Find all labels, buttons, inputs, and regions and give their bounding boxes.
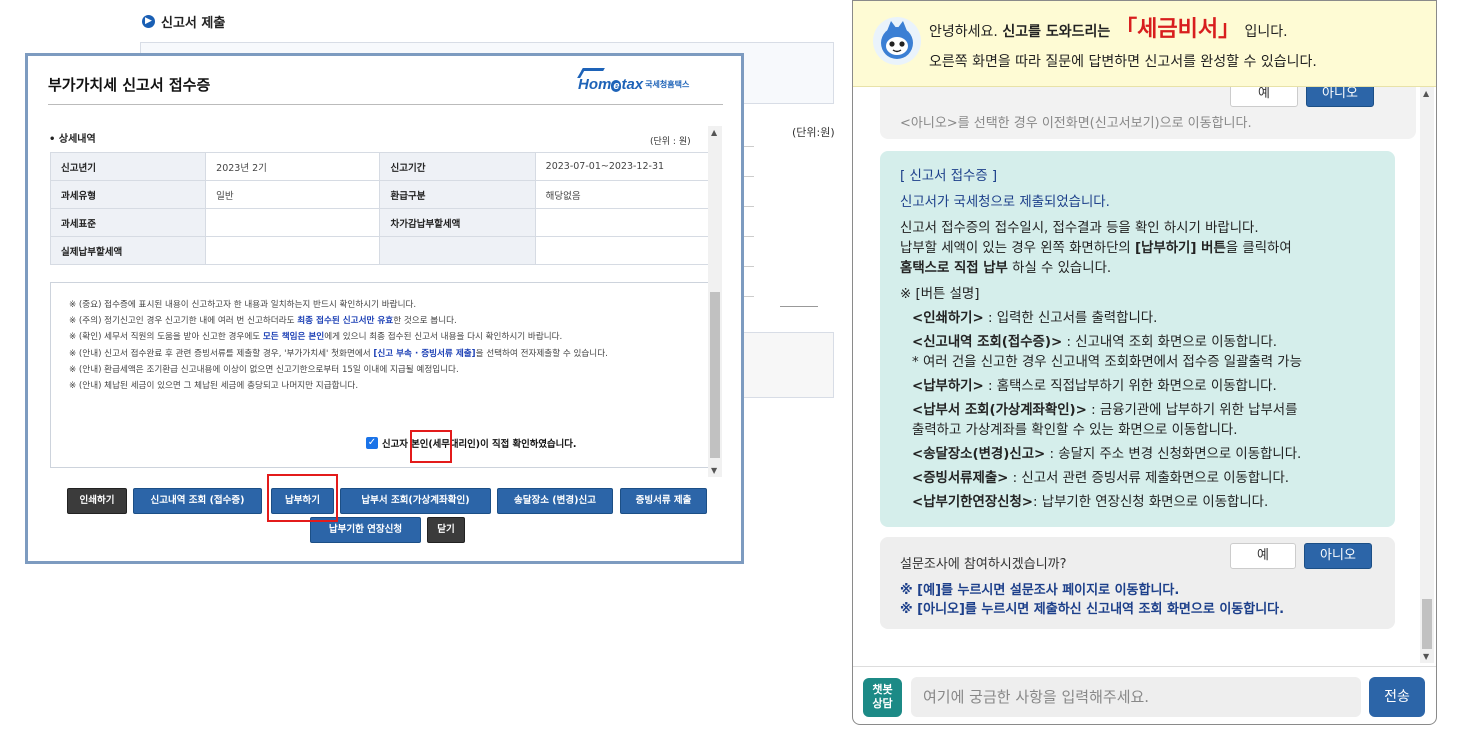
survey-no-button[interactable]: 아니오 — [1304, 543, 1372, 569]
desc-address: <송달장소(변경)신고> : 송달지 주소 변경 신청화면으로 이동합니다. — [912, 447, 1302, 462]
receipt-modal: 부가가치세 신고서 접수증 Hom e tax 국세청홈택스 • 상세내역 (단위 … — [25, 53, 744, 564]
survey-note-yes: ※ [예]를 누르시면 설문조사 페이지로 이동합니다. — [900, 583, 1180, 598]
receipt-submitted: 신고서가 국세청으로 제출되었습니다. — [900, 195, 1110, 210]
address-change-button[interactable]: 송달장소 (변경)신고 — [497, 488, 613, 514]
modal-scrollbar[interactable]: ▲ ▼ — [708, 126, 722, 477]
confirm-checkbox[interactable]: ✓ — [366, 437, 378, 449]
scroll-up-arrow-icon[interactable]: ▲ — [1423, 89, 1429, 98]
greeting-line-1: 안녕하세요. 신고를 도와드리는 「세금비서」 입니다. — [929, 17, 1288, 42]
history-button[interactable]: 신고내역 조회 (접수증) — [133, 488, 262, 514]
survey-note-no: ※ [아니오]를 누르시면 제출하신 신고내역 조회 화면으로 이동합니다. — [900, 602, 1285, 617]
table-value-cell: 2023년 2기 — [205, 152, 381, 181]
notice-line: ※ (주의) 정기신고인 경우 신고기한 내에 여러 번 신고하더라도 최종 접… — [69, 316, 457, 327]
confirm-row[interactable]: ✓ 신고자 본인(세무대리인)이 직접 확인하였습니다. — [366, 436, 576, 450]
survey-yes-button[interactable]: 예 — [1230, 543, 1296, 569]
button-desc-title: ※ [버튼 설명] — [900, 287, 980, 302]
notice-line: ※ (중요) 접수증에 표시된 내용이 신고하고자 한 내용과 일치하는지 반드… — [69, 300, 417, 310]
close-button[interactable]: 닫기 — [427, 517, 465, 543]
notice-line: ※ (안내) 환급세액은 조기환급 신고내용에 이상이 없으면 신고기한으로부터… — [69, 364, 459, 375]
chatbot-panel: 예 아니오 <아니오>를 선택한 경우 이전화면(신고서보기)으로 이동합니다.… — [852, 0, 1437, 725]
desc-history: <신고내역 조회(접수증)> : 신고내역 조회 화면으로 이동합니다. — [912, 335, 1278, 350]
section-title-text: 신고서 제출 — [161, 16, 226, 31]
table-header-cell: 과세표준 — [49, 208, 207, 237]
print-button[interactable]: 인쇄하기 — [67, 488, 127, 514]
table-value-cell — [534, 208, 711, 237]
survey-card: 설문조사에 참여하시겠습니까? 예 아니오 ※ [예]를 누르시면 설문조사 페… — [880, 537, 1395, 629]
table-row: 과세유형 일반 환급구분 해당없음 — [49, 180, 711, 209]
evidence-submit-button[interactable]: 증빙서류 제출 — [620, 488, 707, 514]
table-value-cell — [205, 236, 381, 265]
scrollbar-thumb[interactable] — [710, 292, 720, 458]
receipt-title: [ 신고서 접수증 ] — [900, 169, 998, 184]
table-header-cell: 환급구분 — [379, 180, 536, 209]
table-value-cell — [534, 236, 711, 265]
table-header-cell: 신고기간 — [379, 152, 536, 181]
footer-divider — [853, 666, 1436, 667]
arrow-circle-icon: ▶ — [142, 15, 155, 28]
desc-evidence: <증빙서류제출> : 신고서 관련 증빙서류 제출화면으로 이동합니다. — [912, 471, 1290, 486]
table-header-cell: 차가감납부할세액 — [379, 208, 536, 237]
detail-unit: (단위 : 원) — [650, 137, 691, 147]
chatbot-consult-icon[interactable]: 챗봇 상담 — [863, 678, 902, 717]
table-value-cell: 2023-07-01~2023-12-31 — [534, 152, 711, 181]
desc-bill-sub: 출력하고 가상계좌를 확인할 수 있는 화면으로 이동합니다. — [912, 423, 1238, 438]
modal-scroll-area[interactable]: • 상세내역 (단위 : 원) 신고년기 2023년 2기 신고기간 2023-… — [46, 124, 722, 476]
desc-history-sub: * 여러 건을 신고한 경우 신고내역 조회화면에서 접수증 일괄출력 가능 — [912, 355, 1302, 370]
hometax-logo: Hom e tax 국세청홈택스 — [577, 68, 690, 93]
table-row: 과세표준 차가감납부할세액 — [49, 208, 711, 237]
background-divider — [780, 306, 818, 307]
background-unit-label: (단위:원) — [792, 126, 835, 139]
receipt-message-card: [ 신고서 접수증 ] 신고서가 국세청으로 제출되었습니다. 신고서 접수증의… — [880, 151, 1395, 527]
table-row: 실제납부할세액 — [49, 236, 711, 265]
notice-line: ※ (확인) 세무서 직원의 도움을 받아 신고한 경우에도 모든 책임은 본인… — [69, 332, 563, 343]
desc-extension: <납부기한연장신청>: 납부기한 연장신청 화면으로 이동합니다. — [912, 495, 1269, 510]
table-value-cell: 일반 — [205, 180, 381, 209]
table-header-cell: 과세유형 — [49, 180, 207, 209]
desc-pay: <납부하기> : 홈택스로 직접납부하기 위한 화면으로 이동합니다. — [912, 379, 1277, 394]
title-divider — [48, 104, 723, 105]
prev-note: <아니오>를 선택한 경우 이전화면(신고서보기)으로 이동합니다. — [900, 116, 1252, 131]
desc-print: <인쇄하기> : 입력한 신고서를 출력합니다. — [912, 311, 1158, 326]
chat-header: 안녕하세요. 신고를 도와드리는 「세금비서」 입니다. 오른쪽 화면을 따라 … — [853, 1, 1436, 87]
receipt-p2: 납부할 세액이 있는 경우 왼쪽 화면하단의 [납부하기] 버튼을 클릭하여 — [900, 241, 1292, 256]
checkbox-highlight-box — [410, 430, 452, 463]
tax-secretary-avatar-icon — [873, 17, 921, 65]
notice-line: ※ (안내) 신고서 접수완료 후 관련 증빙서류를 제출할 경우, '부가가치… — [69, 348, 608, 359]
chat-input[interactable] — [911, 677, 1361, 717]
table-header-cell: 실제납부할세액 — [49, 236, 207, 265]
logo-brand: Hom e tax — [578, 76, 644, 93]
notice-line: ※ (안내) 체납된 세금이 있으면 그 체납된 세금에 충당되고 나머지만 지… — [69, 381, 359, 392]
scroll-down-arrow-icon[interactable]: ▼ — [1423, 652, 1429, 661]
detail-table: 신고년기 2023년 2기 신고기간 2023-07-01~2023-12-31… — [49, 152, 711, 265]
receipt-p1: 신고서 접수증의 접수일시, 접수결과 등을 확인 하시기 바랍니다. — [900, 221, 1259, 236]
logo-sub: 국세청홈택스 — [645, 80, 690, 89]
detail-section-title: • 상세내역 — [49, 134, 96, 145]
page-section-title: ▶ 신고서 제출 — [142, 12, 225, 31]
bill-inquiry-button[interactable]: 납부서 조회(가상계좌확인) — [340, 488, 491, 514]
chat-scrollbar[interactable]: ▲ ▼ — [1420, 87, 1434, 663]
background-panel — [740, 332, 834, 398]
greeting-line-2: 오른쪽 화면을 따라 질문에 답변하면 신고서를 완성할 수 있습니다. — [929, 54, 1317, 70]
pay-highlight-box — [267, 474, 338, 522]
table-header-cell — [379, 236, 536, 265]
receipt-p3: 홈택스로 직접 납부 하실 수 있습니다. — [900, 261, 1112, 276]
scroll-down-arrow-icon[interactable]: ▼ — [711, 466, 717, 475]
desc-bill: <납부서 조회(가상계좌확인)> : 금융기관에 납부하기 위한 납부서를 — [912, 403, 1298, 418]
send-button[interactable]: 전송 — [1369, 677, 1425, 717]
table-row: 신고년기 2023년 2기 신고기간 2023-07-01~2023-12-31 — [49, 152, 711, 181]
modal-title: 부가가치세 신고서 접수증 — [48, 76, 211, 94]
scroll-up-arrow-icon[interactable]: ▲ — [711, 128, 717, 137]
table-header-cell: 신고년기 — [49, 152, 207, 181]
chat-scrollbar-thumb[interactable] — [1422, 599, 1432, 649]
table-value-cell — [205, 208, 381, 237]
table-value-cell: 해당없음 — [534, 180, 711, 209]
survey-question: 설문조사에 참여하시겠습니까? — [900, 557, 1067, 572]
